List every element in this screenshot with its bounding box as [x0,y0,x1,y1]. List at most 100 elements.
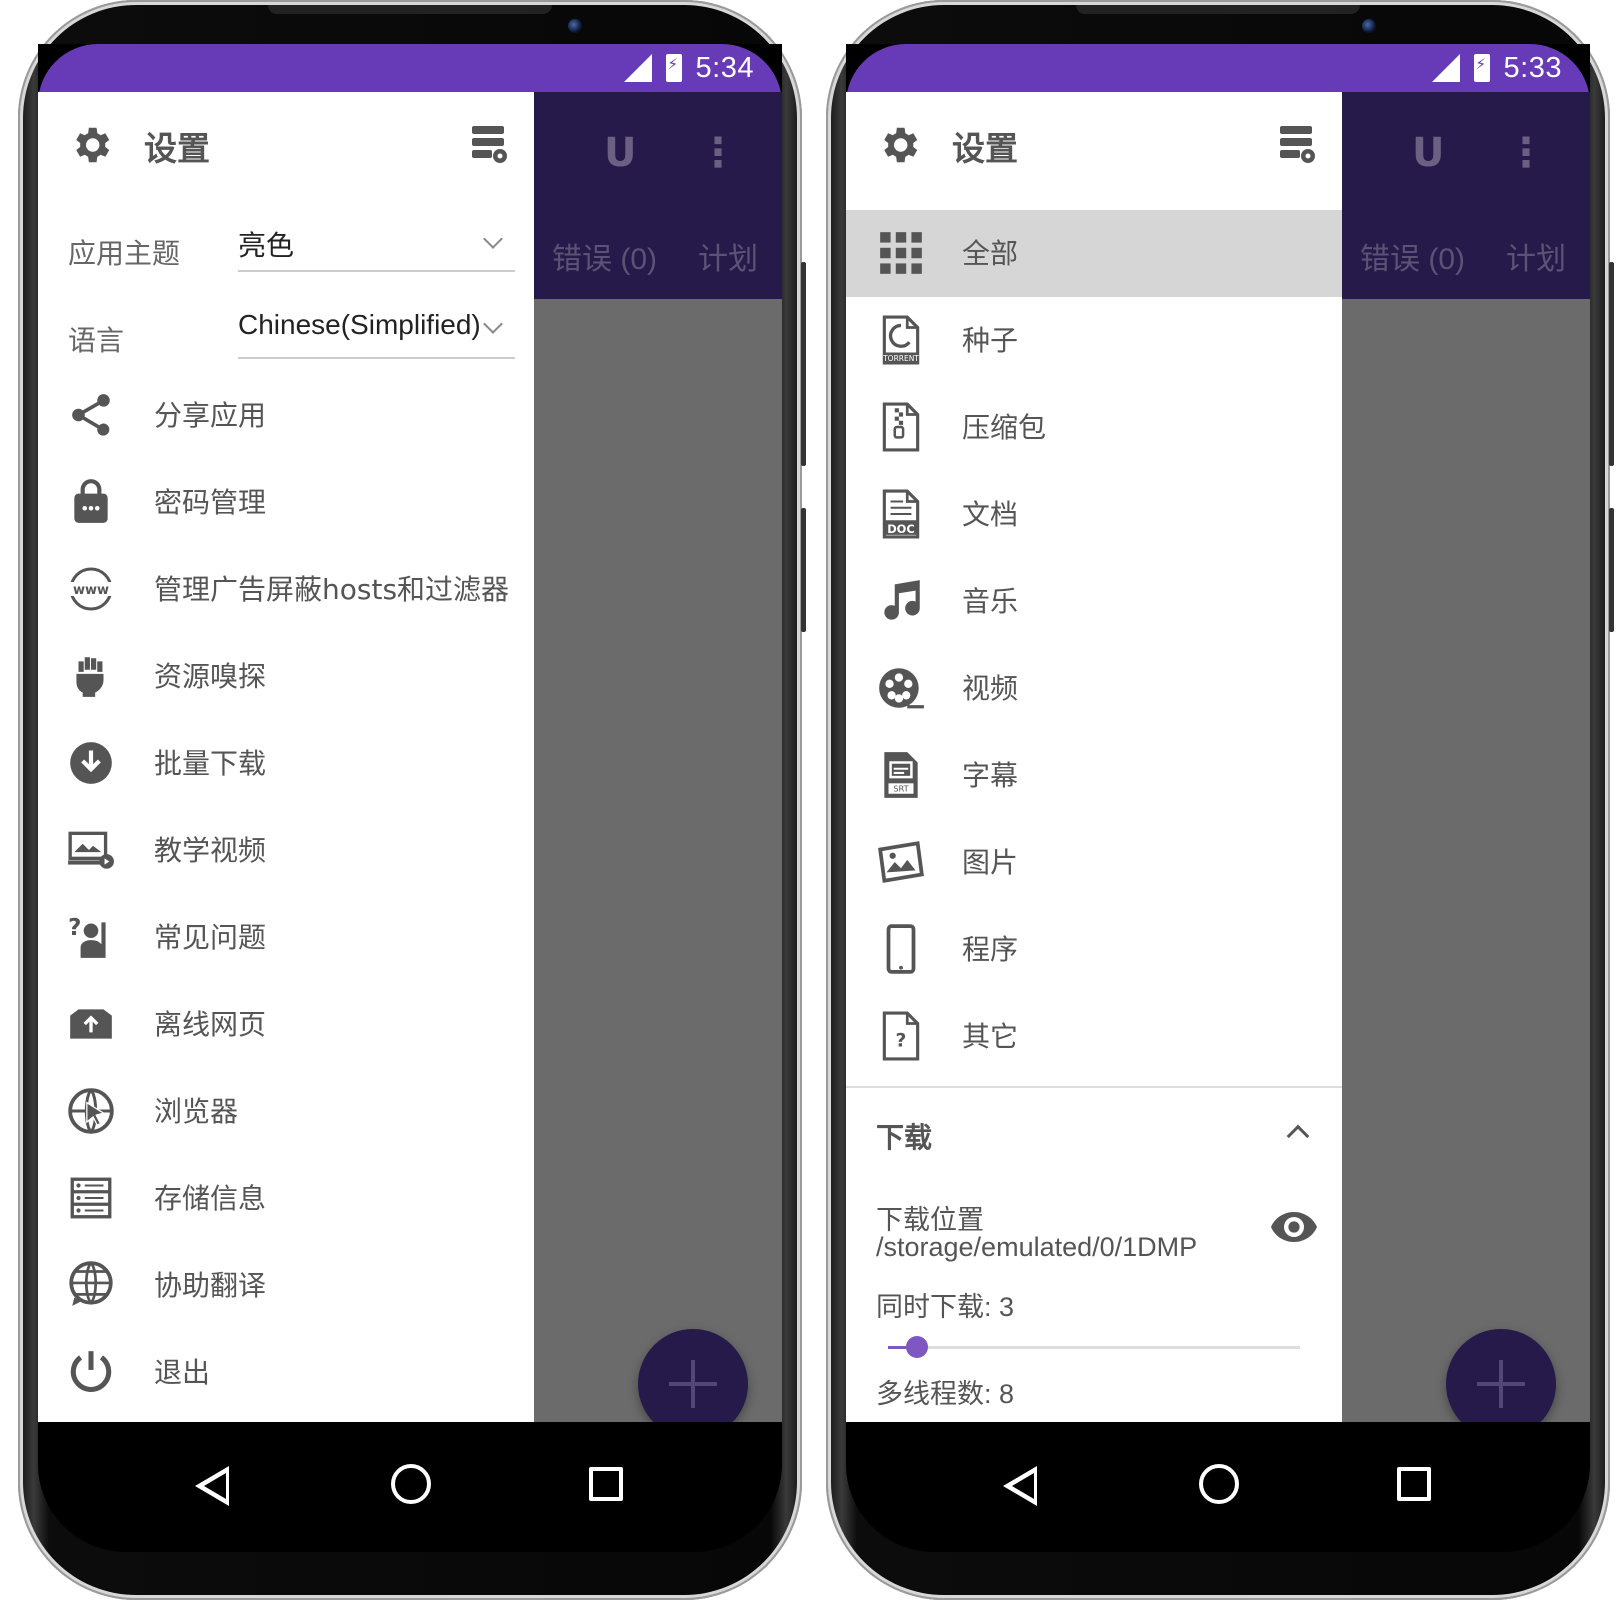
battery-charging-icon [1473,54,1490,82]
category-all[interactable]: 全部 [846,210,1342,297]
screen: 5:33 U ⋮ 错误 (0) 计划 设置 全部 TORRENT [846,44,1590,1552]
category-label: 音乐 [962,585,1019,618]
navigation-bar [846,1422,1590,1552]
category-label: 其它 [962,1020,1019,1053]
recents-icon[interactable] [589,1467,623,1501]
menu-adblock-hosts[interactable]: www 管理广告屏蔽hosts和过滤器 [38,546,534,633]
category-video[interactable]: 视频 [846,645,1342,732]
chevron-up-icon[interactable] [1286,1124,1310,1148]
home-icon[interactable] [1199,1464,1239,1504]
magnet-icon[interactable]: U [1412,130,1444,176]
www-icon: www [66,567,116,611]
menu-faq[interactable]: ? 常见问题 [38,894,534,981]
battery-charging-icon [665,54,682,82]
front-camera [568,19,582,33]
category-other[interactable]: ? 其它 [846,993,1342,1080]
status-bar: 5:34 [38,44,782,92]
lock-icon [74,479,108,523]
menu-tutorial-video[interactable]: 教学视频 [38,807,534,894]
clock: 5:33 [1503,51,1562,84]
download-location-path: /storage/emulated/0/1DMP [876,1232,1198,1262]
category-music[interactable]: 音乐 [846,558,1342,645]
category-archive[interactable]: 压缩包 [846,384,1342,471]
menu-storage-info[interactable]: 存储信息 [38,1155,534,1242]
back-icon[interactable] [195,1466,229,1506]
gear-icon [884,127,918,163]
menu-label: 分享应用 [154,399,267,432]
offline-box-icon [70,1009,112,1039]
theme-value[interactable]: 亮色 [238,224,294,264]
simultaneous-downloads-row: 同时下载: 3 [876,1285,1014,1324]
svg-text:?: ? [68,915,81,941]
slider-thumb[interactable] [905,1336,928,1358]
menu-resource-sniffer[interactable]: 资源嗅探 [38,633,534,720]
picture-icon [878,841,924,883]
category-label: 图片 [962,846,1019,879]
category-label: 种子 [962,324,1019,357]
category-label: 全部 [962,237,1019,270]
menu-label: 资源嗅探 [154,660,267,693]
home-icon[interactable] [391,1464,431,1504]
settings-drawer: 设置 应用主题 亮色 语言 Chinese(Simplified) 分享应用 密… [38,92,534,1422]
faq-icon: ? [68,915,106,958]
share-icon [72,394,110,436]
storage-icon [70,1177,112,1219]
language-label: 语言 [68,324,125,357]
volume-button [801,262,806,466]
eye-icon[interactable] [1270,1210,1318,1244]
film-reel-icon [879,668,924,709]
tab-error[interactable]: 错误 (0) [1360,234,1465,278]
chevron-down-icon [483,314,503,334]
download-section-title: 下载 [876,1121,933,1154]
tab-error[interactable]: 错误 (0) [552,234,657,278]
menu-share-app[interactable]: 分享应用 [38,372,534,459]
status-bar: 5:33 [846,44,1590,92]
doc-file-icon: DOC [882,489,920,539]
menu-browser[interactable]: 浏览器 [38,1068,534,1155]
menu-label: 协助翻译 [154,1269,267,1302]
simultaneous-downloads-slider[interactable] [888,1336,1300,1358]
menu-label: 管理广告屏蔽hosts和过滤器 [154,573,510,606]
tab-plan[interactable]: 计划 [698,234,758,278]
category-program[interactable]: 程序 [846,906,1342,993]
tab-plan[interactable]: 计划 [1506,234,1566,278]
menu-exit[interactable]: 退出 [38,1329,534,1416]
menu-label: 密码管理 [154,486,267,519]
torrent-file-icon: TORRENT [882,315,919,365]
divider [846,1086,1342,1088]
earpiece-speaker [268,5,552,14]
menu-label: 批量下载 [154,747,267,780]
chevron-down-icon [483,229,503,249]
language-value[interactable]: Chinese(Simplified) [238,309,481,341]
theme-underline [238,270,515,272]
menu-password-manager[interactable]: 密码管理 [38,459,534,546]
overflow-menu-icon[interactable]: ⋮ [698,130,738,176]
menu-help-translate[interactable]: 协助翻译 [38,1242,534,1329]
unknown-file-icon: ? [882,1011,920,1061]
globe-cursor-icon [68,1088,114,1134]
overflow-menu-icon[interactable]: ⋮ [1506,130,1546,176]
srt-file-icon: SRT [884,752,918,798]
language-underline [238,357,515,359]
category-label: 字幕 [962,759,1019,792]
server-settings-icon[interactable] [1278,123,1318,165]
server-settings-icon[interactable] [470,123,510,165]
category-picture[interactable]: 图片 [846,819,1342,906]
earpiece-speaker [1076,5,1360,14]
tutorial-video-icon [68,831,114,869]
category-subtitle[interactable]: SRT 字幕 [846,732,1342,819]
recents-icon[interactable] [1397,1467,1431,1501]
threads-row: 多线程数: 8 [876,1372,1014,1411]
category-torrent[interactable]: TORRENT 种子 [846,297,1342,384]
fist-icon [76,657,104,697]
category-label: 压缩包 [962,411,1047,444]
menu-label: 存储信息 [154,1182,267,1215]
back-icon[interactable] [1003,1466,1037,1506]
power-icon [70,1351,112,1392]
menu-offline-pages[interactable]: 离线网页 [38,981,534,1068]
phone-right: 5:33 U ⋮ 错误 (0) 计划 设置 全部 TORRENT [826,0,1614,1600]
category-document[interactable]: DOC 文档 [846,471,1342,558]
front-camera [1362,19,1376,33]
menu-batch-download[interactable]: 批量下载 [38,720,534,807]
magnet-icon[interactable]: U [604,130,636,176]
